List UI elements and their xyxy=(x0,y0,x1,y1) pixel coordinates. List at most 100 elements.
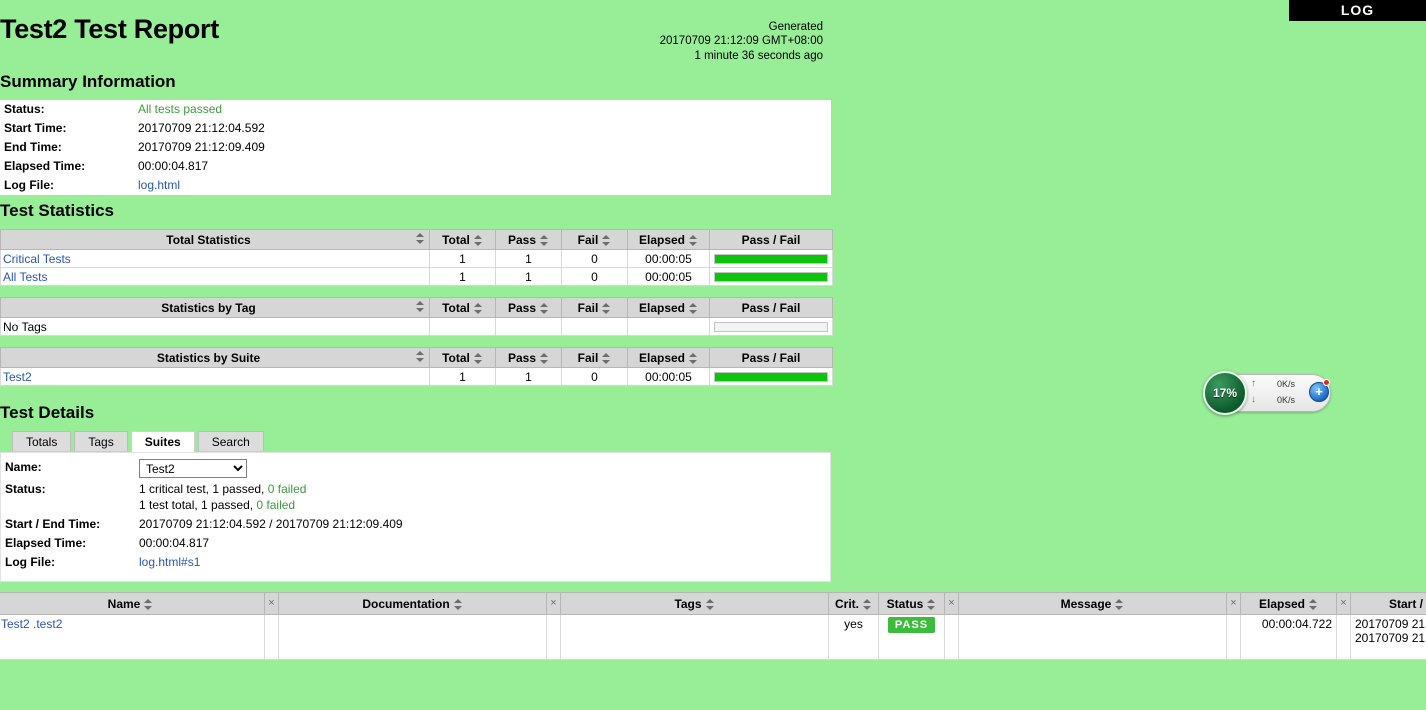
column-header-fail[interactable]: Fail xyxy=(561,297,628,318)
results-column-header-name[interactable]: Name xyxy=(0,592,265,615)
column-spacer xyxy=(944,614,959,660)
sort-arrows-icon[interactable] xyxy=(689,234,698,246)
detail-row-startend: Start / End Time: 20170709 21:12:04.592 … xyxy=(1,516,830,535)
summary-log-link[interactable]: log.html xyxy=(138,178,180,192)
detail-logfile-link[interactable]: log.html#s1 xyxy=(139,555,200,569)
sort-arrows-icon[interactable] xyxy=(689,302,698,314)
column-header-elapsed[interactable]: Elapsed xyxy=(627,229,710,250)
results-column-header-documentation[interactable]: Documentation xyxy=(278,592,547,615)
sort-arrows-icon[interactable] xyxy=(540,302,549,314)
detail-row-elapsed: Elapsed Time: 00:00:04.817 xyxy=(1,535,830,554)
download-arrow-icon: ↓ xyxy=(1251,394,1256,405)
statistics-row-label: Critical Tests xyxy=(0,249,430,268)
column-header-total[interactable]: Total xyxy=(429,229,496,250)
sort-arrows-icon[interactable] xyxy=(144,598,153,610)
network-speed-widget[interactable]: ↑ 0K/s ↓ 0K/s + 17% xyxy=(1203,371,1331,415)
results-column-header-status[interactable]: Status xyxy=(878,592,945,615)
statistics-cell-fail xyxy=(561,317,628,336)
statistics-row-link[interactable]: All Tests xyxy=(3,270,47,284)
suite-name-select[interactable]: Test2 xyxy=(139,459,247,478)
column-header-elapsed[interactable]: Elapsed xyxy=(627,297,710,318)
pass-fail-bar-cell xyxy=(709,249,833,268)
statistics-table-title[interactable]: Total Statistics xyxy=(0,229,430,250)
sort-arrows-icon[interactable] xyxy=(602,352,611,364)
statistics-table-title[interactable]: Statistics by Suite xyxy=(0,347,430,368)
detail-row-status: Status: 1 critical test, 1 passed, 0 fai… xyxy=(1,481,830,516)
tab-tags[interactable]: Tags xyxy=(74,431,128,451)
tab-suites[interactable]: Suites xyxy=(130,431,195,452)
sort-arrows-icon[interactable] xyxy=(927,598,936,610)
statistics-header-row: Statistics by Tag Total Pass Fail Elapsed Pas… xyxy=(0,297,833,318)
results-column-header-message[interactable]: Message xyxy=(958,592,1227,615)
column-header-pass[interactable]: Pass xyxy=(495,229,562,250)
summary-row: Elapsed Time: 00:00:04.817 xyxy=(0,157,831,176)
sort-arrows-icon[interactable] xyxy=(473,234,483,246)
hide-column-icon[interactable]: × xyxy=(944,592,959,615)
hide-column-icon[interactable]: × xyxy=(264,592,279,615)
log-tab[interactable]: LOG xyxy=(1289,0,1426,21)
widget-download-row: ↓ 0K/s xyxy=(1251,392,1313,408)
results-column-header-elapsed[interactable]: Elapsed xyxy=(1240,592,1337,615)
statistics-table: Statistics by Tag Total Pass Fail Elapsed Pas… xyxy=(0,297,833,336)
sort-arrows-icon[interactable] xyxy=(416,300,425,312)
pass-fail-bar xyxy=(714,371,828,382)
pass-fail-bar xyxy=(714,253,828,264)
tab-totals[interactable]: Totals xyxy=(12,431,72,451)
result-test-link[interactable]: Test2 .test2 xyxy=(1,617,62,631)
statistics-cell-fail: 0 xyxy=(561,367,628,386)
sort-arrows-icon[interactable] xyxy=(689,352,698,364)
sort-arrows-icon[interactable] xyxy=(705,598,715,610)
sort-arrows-icon[interactable] xyxy=(1115,598,1124,610)
hide-column-icon[interactable]: × xyxy=(1336,592,1351,615)
hide-column-icon[interactable]: × xyxy=(1226,592,1241,615)
sort-arrows-icon[interactable] xyxy=(453,598,463,610)
detail-status-label: Status: xyxy=(5,482,46,496)
report-header: Test2 Test Report Generated 20170709 21:… xyxy=(0,0,1426,66)
sort-arrows-icon[interactable] xyxy=(602,302,611,314)
results-column-header-crit[interactable]: Crit. xyxy=(828,592,879,615)
sort-arrows-icon[interactable] xyxy=(863,598,872,610)
summary-value: 00:00:04.817 xyxy=(138,159,209,173)
statistics-cell-elapsed xyxy=(627,317,710,336)
pass-fail-bar xyxy=(714,321,828,332)
summary-table: Status: All tests passed Start Time: 201707… xyxy=(0,100,831,195)
summary-key: Log File: xyxy=(4,178,54,192)
cpu-usage-gauge[interactable]: 17% xyxy=(1203,371,1247,415)
statistics-row-link[interactable]: Critical Tests xyxy=(3,252,71,266)
pass-bar-fill xyxy=(715,272,827,281)
widget-add-label: + xyxy=(1315,384,1323,399)
column-header-pass[interactable]: Pass xyxy=(495,347,562,368)
pass-bar-fill xyxy=(715,254,827,263)
results-column-header-start-end[interactable]: Start / End xyxy=(1350,592,1426,615)
sort-arrows-icon[interactable] xyxy=(1309,598,1318,610)
cpu-usage-value: 17% xyxy=(1212,386,1238,400)
detail-elapsed-value: 00:00:04.817 xyxy=(139,536,210,550)
column-header-fail[interactable]: Fail xyxy=(561,347,628,368)
results-column-header-tags[interactable]: Tags xyxy=(560,592,829,615)
column-header-pass[interactable]: Pass xyxy=(495,297,562,318)
result-start-time: 20170709 21:12:04.686 xyxy=(1355,617,1426,631)
log-tab-label: LOG xyxy=(1340,2,1375,18)
hide-column-icon[interactable]: × xyxy=(546,592,561,615)
sort-arrows-icon[interactable] xyxy=(473,302,483,314)
statistics-table-title[interactable]: Statistics by Tag xyxy=(0,297,430,318)
sort-arrows-icon[interactable] xyxy=(416,350,425,362)
sort-arrows-icon[interactable] xyxy=(416,232,425,244)
widget-upload-row: ↑ 0K/s xyxy=(1251,376,1313,392)
sort-arrows-icon[interactable] xyxy=(540,352,549,364)
result-message xyxy=(958,614,1227,660)
sort-arrows-icon[interactable] xyxy=(540,234,549,246)
tab-search[interactable]: Search xyxy=(197,431,264,451)
column-header-elapsed[interactable]: Elapsed xyxy=(627,347,710,368)
column-header-fail[interactable]: Fail xyxy=(561,229,628,250)
sort-arrows-icon[interactable] xyxy=(473,352,483,364)
statistics-row-link[interactable]: Test2 xyxy=(3,370,32,384)
column-header-total[interactable]: Total xyxy=(429,297,496,318)
widget-notification-dot-icon xyxy=(1323,379,1330,386)
detail-row-logfile: Log File: log.html#s1 xyxy=(1,554,830,573)
table-row: Test2 .test2 yes PASS 00:00:04.722 20170709 … xyxy=(0,614,1426,660)
statistics-row: Test2 1 1 0 00:00:05 xyxy=(0,367,833,386)
detail-logfile-label: Log File: xyxy=(5,555,55,569)
column-header-total[interactable]: Total xyxy=(429,347,496,368)
sort-arrows-icon[interactable] xyxy=(602,234,611,246)
